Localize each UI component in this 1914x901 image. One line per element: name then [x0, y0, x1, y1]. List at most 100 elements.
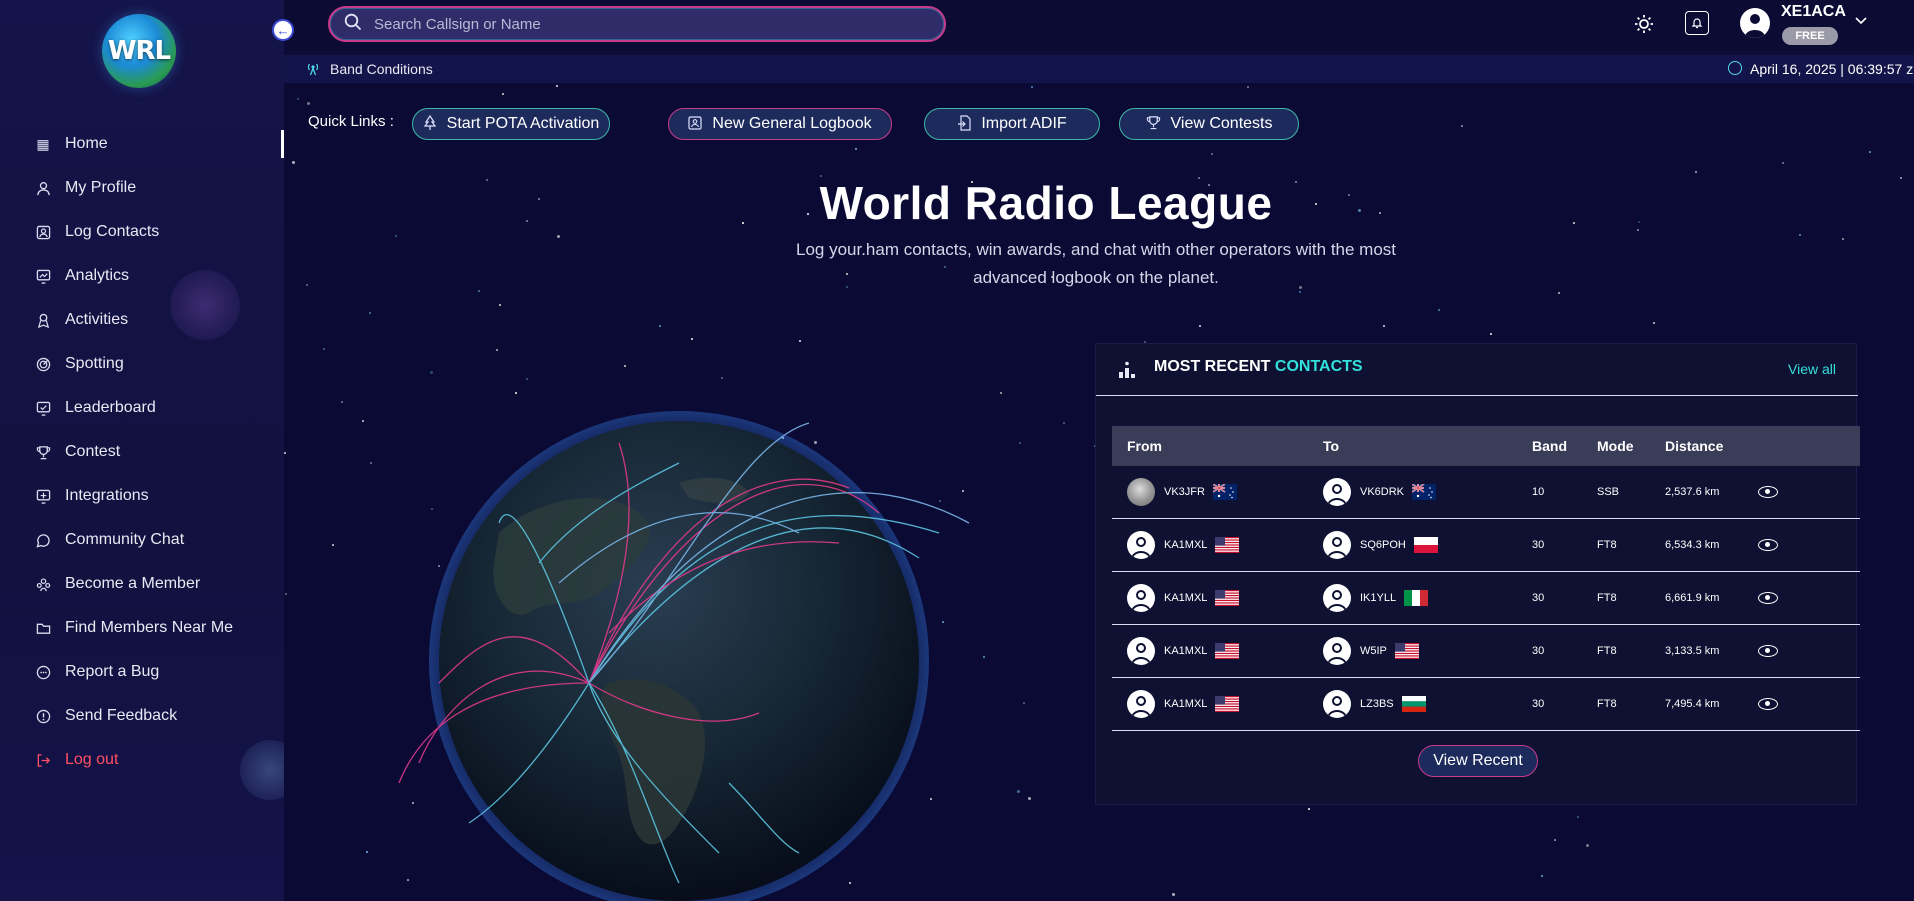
sidebar-item-send-feedback[interactable]: Send Feedback [0, 694, 284, 738]
avatar[interactable] [1323, 637, 1351, 665]
sidebar-item-label: Integrations [65, 487, 149, 504]
flag-us-icon [1215, 590, 1240, 606]
to-callsign[interactable]: IK1YLL [1360, 592, 1396, 604]
button-label: Start POTA Activation [446, 115, 600, 132]
view-contact-eye-icon[interactable] [1758, 592, 1838, 604]
star-decoration [1900, 177, 1902, 179]
sidebar-item-spotting[interactable]: Spotting [0, 342, 284, 386]
star-decoration [499, 304, 501, 306]
username[interactable]: XE1ACA [1781, 3, 1846, 21]
theme-toggle-sun-icon[interactable] [1630, 10, 1658, 38]
flag-it-icon [1404, 590, 1429, 606]
sidebar-item-find-members-near-me[interactable]: Find Members Near Me [0, 606, 284, 650]
avatar[interactable] [1323, 478, 1351, 506]
star-decoration [556, 85, 558, 87]
sidebar-item-label: Community Chat [65, 531, 185, 548]
new-general-logbook-button[interactable]: New General Logbook [668, 108, 892, 140]
sidebar-item-report-a-bug[interactable]: Report a Bug [0, 650, 284, 694]
star-decoration [307, 102, 310, 105]
star-decoration [1554, 839, 1556, 841]
avatar[interactable] [1323, 531, 1351, 559]
band-conditions-link[interactable]: Band Conditions [330, 61, 433, 77]
from-callsign[interactable]: KA1MXL [1164, 698, 1207, 710]
to-callsign[interactable]: W5IP [1360, 645, 1387, 657]
table-row[interactable]: KA1MXL W5IP 30 FT8 3,133.5 km [1112, 625, 1860, 678]
mode-cell: FT8 [1597, 698, 1617, 710]
star-decoration [855, 148, 857, 150]
star-decoration [1586, 844, 1589, 847]
sidebar-item-contest[interactable]: Contest [0, 430, 284, 474]
view-contact-eye-icon[interactable] [1758, 486, 1838, 498]
chevron-down-icon[interactable] [1854, 12, 1868, 28]
star-decoration [285, 593, 287, 595]
star-decoration [1031, 86, 1033, 88]
card-title-accent: CONTACTS [1274, 358, 1363, 375]
main-content: Quick Links : Start POTA Activation New … [284, 83, 1914, 901]
view-contact-eye-icon[interactable] [1758, 645, 1838, 657]
arrow-left-icon: ← [276, 22, 290, 38]
avatar[interactable] [1127, 690, 1155, 718]
star-decoration [691, 338, 693, 340]
logo-text: WRL [107, 36, 171, 66]
star-decoration [1842, 238, 1844, 240]
sidebar-item-become-a-member[interactable]: Become a Member [0, 562, 284, 606]
avatar[interactable] [1127, 637, 1155, 665]
from-callsign[interactable]: KA1MXL [1164, 539, 1207, 551]
view-recent-button[interactable]: View Recent [1418, 745, 1538, 777]
star-decoration [496, 349, 498, 351]
wrl-logo[interactable]: WRL [102, 14, 176, 88]
to-callsign[interactable]: VK6DRK [1360, 486, 1404, 498]
view-contact-eye-icon[interactable] [1758, 698, 1838, 710]
contacts-globe[interactable] [379, 383, 999, 901]
view-contact-eye-icon[interactable] [1758, 539, 1838, 551]
sidebar-item-label: Contest [65, 443, 121, 460]
table-row[interactable]: KA1MXL LZ3BS 30 FT8 7,495.4 km [1112, 678, 1860, 731]
button-label: Import ADIF [981, 115, 1067, 132]
to-callsign[interactable]: LZ3BS [1360, 698, 1394, 710]
search-bar[interactable] [328, 6, 946, 42]
avatar[interactable] [1127, 478, 1155, 506]
star-decoration [1461, 125, 1463, 127]
sidebar-item-analytics[interactable]: Analytics [0, 254, 284, 298]
view-contests-button[interactable]: View Contests [1119, 108, 1299, 140]
table-row[interactable]: VK3JFR VK6DRK 10 SSB 2,537.6 km [1112, 466, 1860, 519]
view-all-link[interactable]: View all [1788, 361, 1836, 377]
avatar[interactable] [1323, 584, 1351, 612]
avatar[interactable] [1323, 690, 1351, 718]
star-decoration [1199, 325, 1201, 327]
from-callsign[interactable]: KA1MXL [1164, 592, 1207, 604]
sidebar-item-log-out[interactable]: Log out [0, 738, 284, 782]
sidebar-item-label: Spotting [65, 355, 124, 372]
to-cell: LZ3BS [1323, 690, 1532, 718]
sidebar-item-my-profile[interactable]: My Profile [0, 166, 284, 210]
chart-icon [35, 268, 51, 284]
sidebar-item-activities[interactable]: Activities [0, 298, 284, 342]
table-row[interactable]: KA1MXL IK1YLL 30 FT8 6,661.9 km [1112, 572, 1860, 625]
user-avatar[interactable] [1740, 8, 1770, 38]
sidebar-item-log-contacts[interactable]: Log Contacts [0, 210, 284, 254]
notifications-bell-icon[interactable] [1685, 11, 1709, 35]
search-input[interactable] [374, 15, 934, 33]
to-cell: VK6DRK [1323, 478, 1532, 506]
sidebar-item-community-chat[interactable]: Community Chat [0, 518, 284, 562]
start-pota-activation-button[interactable]: Start POTA Activation [412, 108, 610, 140]
to-callsign[interactable]: SQ6POH [1360, 539, 1406, 551]
star-decoration [341, 401, 343, 403]
import-adif-button[interactable]: Import ADIF [924, 108, 1100, 140]
avatar[interactable] [1127, 584, 1155, 612]
star-decoration [1438, 309, 1440, 311]
flag-pl-icon [1413, 537, 1438, 553]
sidebar-item-leaderboard[interactable]: Leaderboard [0, 386, 284, 430]
column-header-distance: Distance [1665, 438, 1724, 454]
clock-icon [1728, 61, 1742, 75]
activity-icon [35, 312, 51, 328]
sidebar-item-home[interactable]: ▦ Home [0, 122, 284, 166]
from-callsign[interactable]: KA1MXL [1164, 645, 1207, 657]
collapse-sidebar-button[interactable]: ← [272, 19, 294, 41]
from-callsign[interactable]: VK3JFR [1164, 486, 1205, 498]
table-row[interactable]: KA1MXL SQ6POH 30 FT8 6,534.3 km [1112, 519, 1860, 572]
mode-cell: FT8 [1597, 539, 1617, 551]
avatar[interactable] [1127, 531, 1155, 559]
sidebar-item-integrations[interactable]: Integrations [0, 474, 284, 518]
leaderboard-icon [35, 400, 51, 416]
